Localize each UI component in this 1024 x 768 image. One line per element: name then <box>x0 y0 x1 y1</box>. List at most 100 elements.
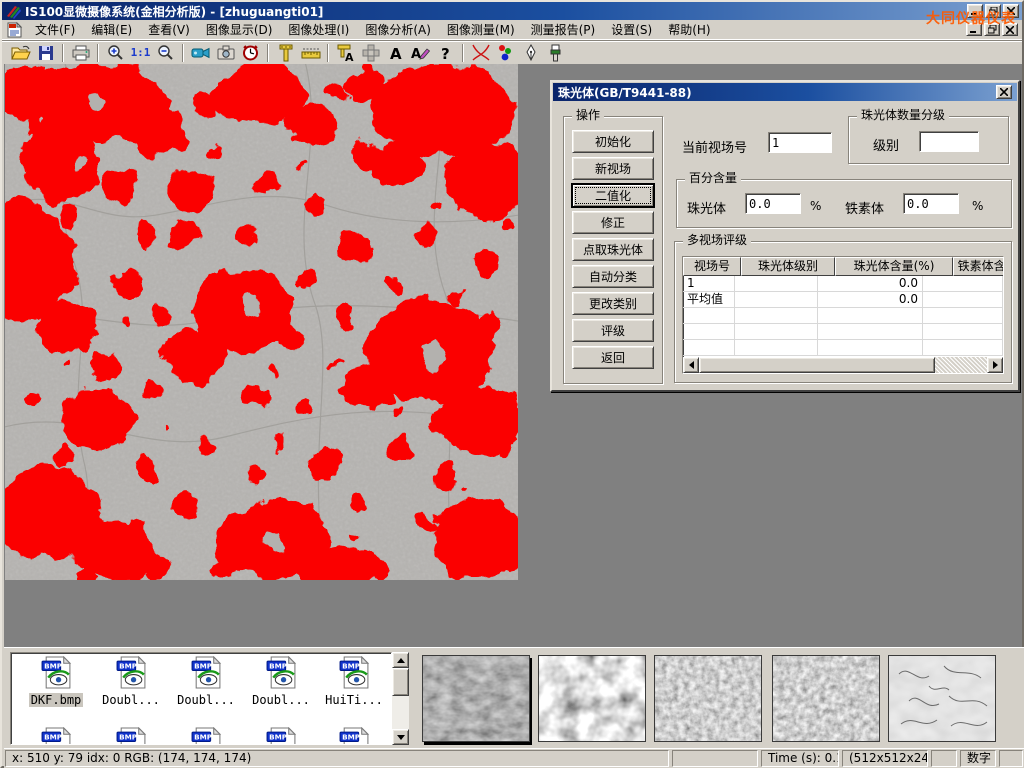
binarize-button[interactable]: 二值化 <box>572 184 654 207</box>
curve-tool-button[interactable] <box>468 42 493 63</box>
status-coordinates: x: 510 y: 79 idx: 0 RGB: (174, 174, 174) <box>5 750 669 767</box>
measure-text-button[interactable]: A <box>333 42 358 63</box>
bmp-file-icon: BMP <box>40 727 73 745</box>
col-pearlite-content[interactable]: 珠光体含量(%) <box>835 257 953 276</box>
svg-text:BMP: BMP <box>119 732 137 741</box>
hscroll-thumb[interactable] <box>699 357 935 373</box>
svg-text:BMP: BMP <box>119 661 137 670</box>
menu-image-measure[interactable]: 图像测量(M) <box>439 19 523 40</box>
camera-capture-button[interactable] <box>213 42 238 63</box>
edit-annotation-button[interactable]: A <box>408 42 433 63</box>
thumbnail-5[interactable] <box>888 655 996 742</box>
camera-icon <box>217 45 235 60</box>
status-mode: 数字 <box>960 750 996 767</box>
zoom-in-icon <box>107 44 124 61</box>
measure-text-icon: A <box>337 44 354 62</box>
new-field-button[interactable]: 新视场 <box>572 157 654 180</box>
toolbar: 1:1 A A A ? <box>2 40 1022 64</box>
initialize-button[interactable]: 初始化 <box>572 130 654 153</box>
bmp-file-icon: BMP <box>115 656 148 689</box>
col-field-number[interactable]: 视场号 <box>683 257 741 276</box>
dialog-title-bar[interactable]: 珠光体(GB/T9441-88) <box>553 83 1017 101</box>
grade-group: 珠光体数量分级 级别 <box>848 116 1009 164</box>
text-annotation-button[interactable]: A <box>383 42 408 63</box>
file-item-partial[interactable]: BMP <box>246 727 316 745</box>
svg-text:BMP: BMP <box>194 732 212 741</box>
bottom-panel: BMP DKF.bmp BMP Doubl... BMP Doubl... BM… <box>4 647 1024 748</box>
auto-classify-button[interactable]: 自动分类 <box>572 265 654 288</box>
zoom-in-button[interactable] <box>103 42 128 63</box>
return-button[interactable]: 返回 <box>572 346 654 369</box>
thumbnail-3[interactable] <box>654 655 762 742</box>
file-item-partial[interactable]: BMP <box>171 727 241 745</box>
title-bar: IS100显微摄像系统(金相分析版) - [zhuguangti01] <box>2 2 1022 20</box>
menu-image-processing[interactable]: 图像处理(I) <box>280 19 357 40</box>
menu-image-analysis[interactable]: 图像分析(A) <box>357 19 439 40</box>
save-button[interactable] <box>33 42 58 63</box>
dialog-title: 珠光体(GB/T9441-88) <box>558 84 692 101</box>
file-item[interactable]: BMP Doubl... <box>171 656 241 707</box>
scroll-left-button[interactable] <box>683 357 699 373</box>
rate-button[interactable]: 评级 <box>572 319 654 342</box>
change-category-button[interactable]: 更改类别 <box>572 292 654 315</box>
grade-input[interactable] <box>919 131 979 152</box>
caliper-button[interactable] <box>273 42 298 63</box>
menu-settings[interactable]: 设置(S) <box>603 19 660 40</box>
file-list-vscrollbar <box>392 652 409 745</box>
svg-text:BMP: BMP <box>342 661 360 670</box>
video-capture-button[interactable] <box>188 42 213 63</box>
ruler-button[interactable] <box>298 42 323 63</box>
classify-points-button[interactable] <box>493 42 518 63</box>
table-row[interactable]: 1 0.0 <box>683 276 1003 292</box>
menu-file[interactable]: 文件(F) <box>27 19 83 40</box>
col-ferrite-content[interactable]: 铁素体含量(%) <box>953 257 1004 276</box>
multi-field-group-title: 多视场评级 <box>683 233 751 247</box>
hscroll-track[interactable] <box>935 357 987 373</box>
open-icon <box>11 45 31 61</box>
window-title: IS100显微摄像系统(金相分析版) - [zhuguangti01] <box>25 3 323 20</box>
help-button[interactable]: ? <box>433 42 458 63</box>
file-item-partial[interactable]: BMP <box>319 727 389 745</box>
file-item[interactable]: BMP HuiTi... <box>319 656 389 707</box>
menu-view[interactable]: 查看(V) <box>140 19 198 40</box>
file-label: Doubl... <box>100 693 162 707</box>
ferrite-label: 铁素体 <box>845 198 884 217</box>
zoom-out-button[interactable] <box>153 42 178 63</box>
correct-button[interactable]: 修正 <box>572 211 654 234</box>
file-item-partial[interactable]: BMP <box>21 727 91 745</box>
print-button[interactable] <box>68 42 93 63</box>
pick-tool-button[interactable] <box>518 42 543 63</box>
menu-edit[interactable]: 编辑(E) <box>83 19 140 40</box>
scroll-up-button[interactable] <box>392 652 409 668</box>
table-row[interactable]: 平均值 0.0 <box>683 292 1003 308</box>
ferrite-percent-sign: % <box>972 199 983 213</box>
thumbnail-2[interactable] <box>538 655 646 742</box>
timer-button[interactable] <box>238 42 263 63</box>
brush-tool-button[interactable] <box>543 42 568 63</box>
status-time: Time (s): 0.113 <box>761 750 839 767</box>
scroll-down-button[interactable] <box>392 729 409 745</box>
scroll-right-button[interactable] <box>987 357 1003 373</box>
thumbnail-1[interactable] <box>422 655 530 742</box>
grid-tool-button[interactable] <box>358 42 383 63</box>
menu-measure-report[interactable]: 测量报告(P) <box>523 19 604 40</box>
file-item[interactable]: BMP Doubl... <box>246 656 316 707</box>
ferrite-percent-input[interactable] <box>903 193 959 214</box>
dialog-close-button[interactable] <box>996 85 1012 99</box>
vscroll-thumb[interactable] <box>392 668 409 696</box>
metallograph-image[interactable] <box>5 64 518 580</box>
file-item-partial[interactable]: BMP <box>96 727 166 745</box>
pick-pearlite-button[interactable]: 点取珠光体 <box>572 238 654 261</box>
thumbnail-4[interactable] <box>772 655 880 742</box>
current-field-input[interactable] <box>768 132 832 153</box>
file-item[interactable]: BMP DKF.bmp <box>21 656 91 707</box>
percent-group-title: 百分含量 <box>685 171 741 185</box>
col-pearlite-grade[interactable]: 珠光体级别 <box>741 257 835 276</box>
grade-group-title: 珠光体数量分级 <box>857 108 949 122</box>
menu-help[interactable]: 帮助(H) <box>660 19 718 40</box>
open-button[interactable] <box>8 42 33 63</box>
pearlite-percent-input[interactable] <box>745 193 801 214</box>
actual-size-button[interactable]: 1:1 <box>128 42 153 63</box>
menu-image-display[interactable]: 图像显示(D) <box>198 19 281 40</box>
file-item[interactable]: BMP Doubl... <box>96 656 166 707</box>
